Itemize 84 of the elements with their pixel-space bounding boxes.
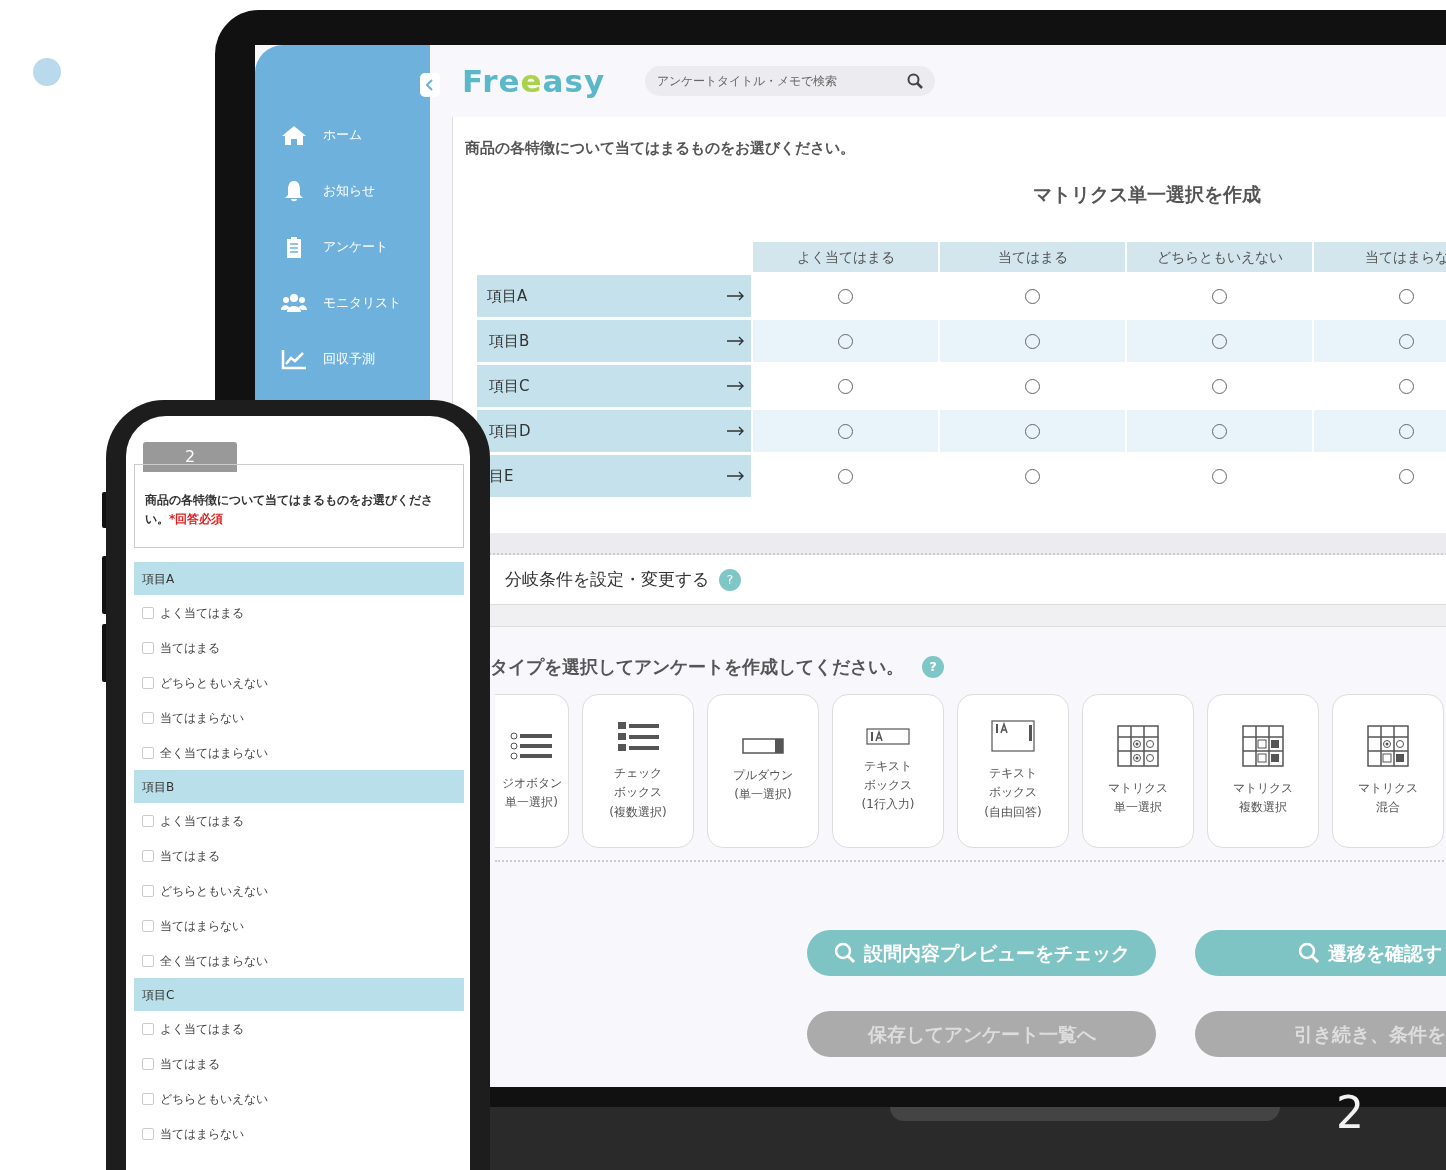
line-chart-icon — [281, 348, 307, 370]
checkbox-option[interactable]: 当てはまらない — [134, 1116, 464, 1152]
question-type-card[interactable]: マトリクス 混合 — [1332, 694, 1444, 848]
page-number: 2 — [1336, 1086, 1364, 1140]
checkbox-option[interactable]: どちらともいえない — [134, 665, 464, 701]
arrow-icon — [727, 426, 745, 436]
card-label: プルダウン (単一選択) — [733, 766, 793, 803]
question-type-card[interactable]: チェック ボックス (複数選択) — [582, 694, 694, 848]
checkbox[interactable] — [142, 1057, 154, 1070]
checkbox[interactable] — [142, 954, 154, 967]
row-header: 項目A — [477, 275, 751, 317]
checkbox[interactable] — [142, 641, 154, 654]
checkbox[interactable] — [142, 746, 154, 759]
checkbox-option[interactable]: どちらともいえない — [134, 1081, 464, 1117]
question-text: 商品の各特徴について当てはまるものをお選びください。*回答必須 — [134, 464, 464, 549]
grid-icon — [1366, 724, 1410, 767]
question-type-card[interactable]: テキスト ボックス (自由回答) — [957, 694, 1069, 848]
search-icon — [907, 73, 924, 89]
text-area-icon — [991, 720, 1035, 753]
row-header: 項目B — [477, 320, 751, 362]
row-header: 項目D — [477, 410, 751, 452]
checkbox-option[interactable]: 当てはまる — [134, 630, 464, 666]
checkbox-option[interactable]: 全く当てはまらない — [134, 735, 464, 771]
checkbox[interactable] — [142, 1092, 154, 1105]
checkbox-option[interactable]: よく当てはまる — [134, 595, 464, 631]
question-type-card[interactable]: プルダウン (単一選択) — [707, 694, 819, 848]
card-label: チェック ボックス (複数選択) — [609, 765, 667, 821]
checkbox[interactable] — [142, 849, 154, 862]
grid-icon — [1116, 724, 1160, 767]
checkbox[interactable] — [142, 711, 154, 724]
checkbox-option[interactable]: よく当てはまる — [134, 803, 464, 839]
house-icon — [281, 124, 307, 146]
search-icon — [833, 942, 856, 964]
card-label: テキスト ボックス (自由回答) — [984, 765, 1042, 821]
search-icon — [1297, 942, 1320, 964]
card-label: マトリクス 混合 — [1358, 779, 1418, 816]
item-header: 項目B — [134, 770, 464, 804]
question-type-card[interactable]: マトリクス 単一選択 — [1082, 694, 1194, 848]
column-header: 当てはまる — [940, 242, 1125, 272]
checkbox-option[interactable]: どちらともいえない — [134, 873, 464, 909]
row-header: 項目C — [477, 365, 751, 407]
question-type-card[interactable]: ジオボタン 単一選択) — [495, 694, 569, 848]
checkbox[interactable] — [142, 676, 154, 689]
checkbox[interactable] — [142, 814, 154, 827]
question-number: 2 — [143, 442, 237, 472]
people-icon — [281, 292, 307, 314]
column-header: よく当てはまる — [753, 242, 938, 272]
arrow-icon — [727, 381, 745, 391]
checkbox[interactable] — [142, 606, 154, 619]
checkbox-option[interactable]: 当てはまる — [134, 1046, 464, 1082]
question-text: 商品の各特徴について当てはまるものをお選びください。 — [465, 138, 856, 159]
decorative-dot — [33, 58, 61, 86]
grid-icon — [1241, 724, 1285, 767]
checkbox-option[interactable]: 当てはまる — [134, 838, 464, 874]
card-label: マトリクス 複数選択 — [1233, 779, 1293, 816]
column-header: どちらともいえない — [1127, 242, 1312, 272]
arrow-icon — [727, 471, 745, 481]
checkbox-option[interactable]: 当てはまらない — [134, 908, 464, 944]
text-field-icon — [866, 727, 910, 745]
checkbox[interactable] — [142, 1022, 154, 1035]
item-header: 項目C — [134, 978, 464, 1012]
checkbox[interactable] — [142, 1127, 154, 1140]
arrow-icon — [727, 336, 745, 346]
checkbox[interactable] — [142, 919, 154, 932]
checkbox-option[interactable]: 当てはまらない — [134, 700, 464, 736]
editor-title: マトリクス単一選択を作成 — [1032, 181, 1262, 207]
branch-link[interactable]: 分岐条件を設定・変更する — [505, 566, 709, 593]
card-label: テキスト ボックス (1行入力) — [861, 757, 915, 814]
item-header: 項目A — [134, 562, 464, 596]
list-icon — [510, 729, 553, 762]
checkbox-option[interactable]: 全く当てはまらない — [134, 943, 464, 979]
checkbox[interactable] — [142, 884, 154, 897]
card-label: ジオボタン 単一選択) — [501, 774, 562, 811]
dropdown-icon — [742, 737, 784, 754]
checkbox-option[interactable]: よく当てはまる — [134, 1011, 464, 1047]
collapse-button[interactable] — [420, 73, 440, 97]
checklist-icon — [616, 720, 660, 753]
question-type-card[interactable]: テキスト ボックス (1行入力) — [832, 694, 944, 848]
type-prompt: タイプを選択してアンケートを作成してください。 — [490, 655, 904, 679]
arrow-icon — [727, 291, 745, 301]
card-label: マトリクス 単一選択 — [1108, 779, 1168, 816]
chevron-left-icon — [426, 79, 434, 91]
question-type-card[interactable]: マトリクス 複数選択 — [1207, 694, 1319, 848]
search-field[interactable]: アンケートタイトル・メモで検索 — [645, 66, 936, 96]
